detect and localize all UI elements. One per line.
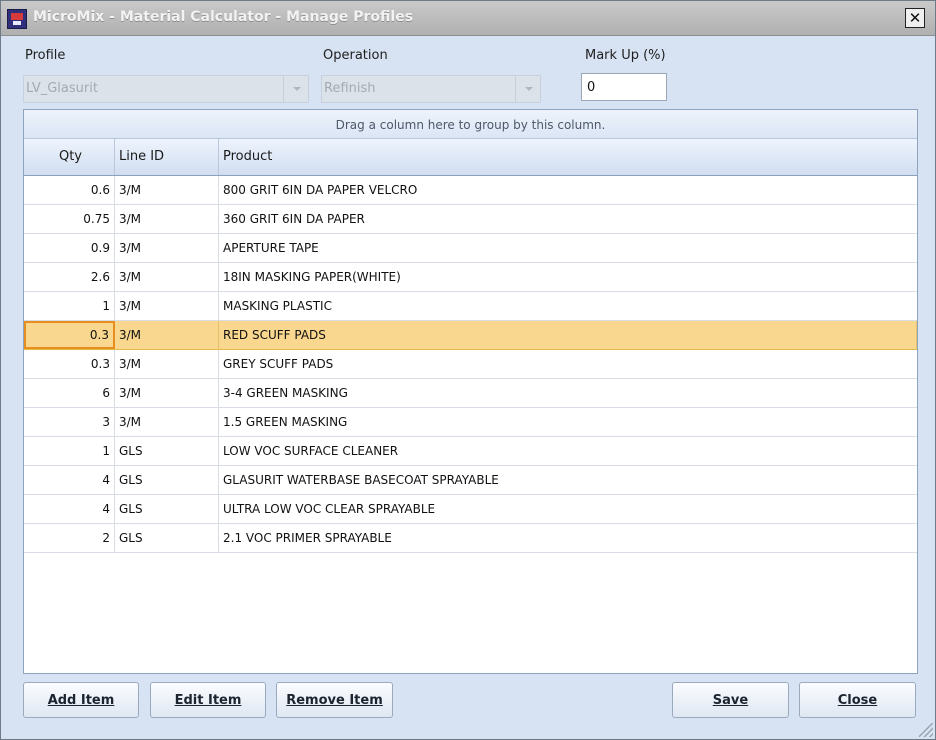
operation-label: Operation (323, 48, 388, 63)
chevron-down-icon[interactable] (515, 76, 540, 102)
qty-cell[interactable]: 2 (24, 524, 115, 552)
table-row[interactable]: 0.75 3/M 360 GRIT 6IN DA PAPER (24, 205, 917, 234)
remove-item-button[interactable]: Remove Item (276, 682, 393, 718)
table-row[interactable]: 2.6 3/M 18IN MASKING PAPER(WHITE) (24, 263, 917, 292)
markup-field[interactable] (581, 73, 667, 101)
title-bar[interactable]: MicroMix - Material Calculator - Manage … (1, 1, 935, 36)
operation-value: Refinish (324, 81, 376, 96)
qty-cell[interactable]: 0.75 (24, 205, 115, 233)
product-cell[interactable]: GLASURIT WATERBASE BASECOAT SPRAYABLE (219, 466, 917, 494)
line-id-cell[interactable]: 3/M (115, 379, 219, 407)
qty-cell[interactable]: 1 (24, 292, 115, 320)
column-header-qty[interactable]: Qty (24, 139, 115, 175)
line-id-cell[interactable]: 3/M (115, 350, 219, 378)
table-row[interactable]: 4 GLS ULTRA LOW VOC CLEAR SPRAYABLE (24, 495, 917, 524)
column-header-line-id[interactable]: Line ID (115, 139, 219, 175)
line-id-cell[interactable]: 3/M (115, 234, 219, 262)
qty-cell[interactable]: 2.6 (24, 263, 115, 291)
profile-combobox[interactable]: LV_Glasurit (23, 75, 309, 103)
profile-label: Profile (25, 48, 66, 63)
line-id-cell[interactable]: 3/M (115, 292, 219, 320)
qty-cell[interactable]: 0.3 (24, 350, 115, 378)
table-row[interactable]: 1 3/M MASKING PLASTIC (24, 292, 917, 321)
markup-input[interactable] (582, 74, 666, 100)
line-id-cell[interactable]: 3/M (115, 176, 219, 204)
qty-cell[interactable]: 0.6 (24, 176, 115, 204)
save-button[interactable]: Save (672, 682, 789, 718)
column-header-product[interactable]: Product (219, 139, 917, 175)
edit-item-button[interactable]: Edit Item (150, 682, 266, 718)
qty-cell[interactable]: 0.9 (24, 234, 115, 262)
table-row[interactable]: 6 3/M 3-4 GREEN MASKING (24, 379, 917, 408)
group-by-panel[interactable]: Drag a column here to group by this colu… (24, 110, 917, 139)
table-row[interactable]: 4 GLS GLASURIT WATERBASE BASECOAT SPRAYABL… (24, 466, 917, 495)
product-cell[interactable]: 1.5 GREEN MASKING (219, 408, 917, 436)
resize-grip-icon[interactable] (919, 723, 933, 737)
markup-label: Mark Up (%) (585, 48, 666, 63)
line-id-cell[interactable]: 3/M (115, 263, 219, 291)
app-icon (7, 9, 27, 29)
table-row[interactable]: 2 GLS 2.1 VOC PRIMER SPRAYABLE (24, 524, 917, 553)
qty-cell[interactable]: 1 (24, 437, 115, 465)
qty-cell[interactable]: 4 (24, 466, 115, 494)
line-id-cell[interactable]: GLS (115, 466, 219, 494)
product-cell[interactable]: MASKING PLASTIC (219, 292, 917, 320)
close-button[interactable]: Close (799, 682, 916, 718)
line-id-cell[interactable]: 3/M (115, 205, 219, 233)
close-icon[interactable]: ✕ (905, 8, 925, 28)
line-id-cell[interactable]: 3/M (115, 408, 219, 436)
manage-profiles-window: MicroMix - Material Calculator - Manage … (0, 0, 936, 740)
chevron-down-icon[interactable] (283, 76, 308, 102)
product-cell[interactable]: 18IN MASKING PAPER(WHITE) (219, 263, 917, 291)
qty-cell[interactable]: 3 (24, 408, 115, 436)
table-row[interactable]: 1 GLS LOW VOC SURFACE CLEANER (24, 437, 917, 466)
items-grid: Drag a column here to group by this colu… (23, 109, 918, 674)
product-cell[interactable]: 3-4 GREEN MASKING (219, 379, 917, 407)
grid-rows: 0.6 3/M 800 GRIT 6IN DA PAPER VELCRO 0.75 3/… (24, 176, 917, 553)
qty-cell[interactable]: 6 (24, 379, 115, 407)
line-id-cell[interactable]: GLS (115, 437, 219, 465)
line-id-cell[interactable]: GLS (115, 524, 219, 552)
add-item-button[interactable]: Add Item (23, 682, 139, 718)
grid-header: Qty Line ID Product (24, 139, 917, 176)
product-cell[interactable]: 800 GRIT 6IN DA PAPER VELCRO (219, 176, 917, 204)
window-title: MicroMix - Material Calculator - Manage … (33, 9, 414, 25)
profile-value: LV_Glasurit (26, 81, 98, 96)
table-row[interactable]: 0.9 3/M APERTURE TAPE (24, 234, 917, 263)
product-cell[interactable]: LOW VOC SURFACE CLEANER (219, 437, 917, 465)
qty-cell[interactable]: 0.3 (24, 321, 115, 349)
line-id-cell[interactable]: GLS (115, 495, 219, 523)
line-id-cell[interactable]: 3/M (115, 321, 219, 349)
operation-combobox[interactable]: Refinish (321, 75, 541, 103)
product-cell[interactable]: RED SCUFF PADS (219, 321, 917, 349)
table-row[interactable]: 0.6 3/M 800 GRIT 6IN DA PAPER VELCRO (24, 176, 917, 205)
product-cell[interactable]: GREY SCUFF PADS (219, 350, 917, 378)
product-cell[interactable]: 360 GRIT 6IN DA PAPER (219, 205, 917, 233)
product-cell[interactable]: 2.1 VOC PRIMER SPRAYABLE (219, 524, 917, 552)
table-row[interactable]: 0.3 3/M GREY SCUFF PADS (24, 350, 917, 379)
product-cell[interactable]: ULTRA LOW VOC CLEAR SPRAYABLE (219, 495, 917, 523)
qty-cell[interactable]: 4 (24, 495, 115, 523)
table-row[interactable]: 3 3/M 1.5 GREEN MASKING (24, 408, 917, 437)
product-cell[interactable]: APERTURE TAPE (219, 234, 917, 262)
table-row[interactable]: 0.3 3/M RED SCUFF PADS (24, 321, 917, 350)
